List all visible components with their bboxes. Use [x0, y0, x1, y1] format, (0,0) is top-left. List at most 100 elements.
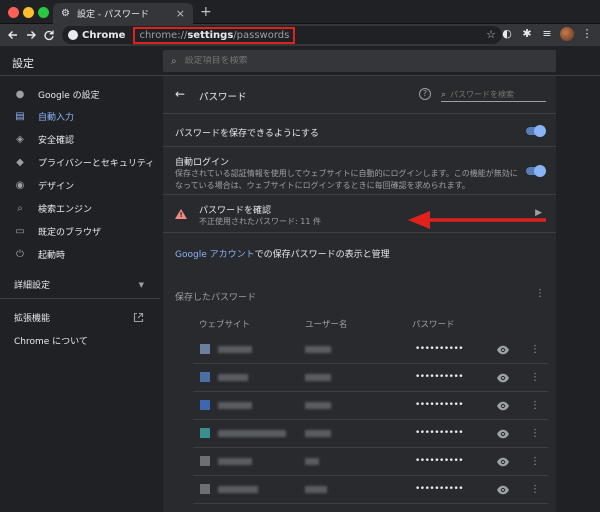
- table-row: •••••••••• ⋮: [193, 336, 548, 364]
- power-icon: ⏻: [16, 248, 24, 260]
- browser-icon: ▭: [15, 225, 25, 237]
- sidebar-item-search-engine[interactable]: ⌕ 検索エンジン: [0, 198, 160, 218]
- website-blurred[interactable]: [218, 374, 248, 381]
- row-menu-icon[interactable]: ⋮: [530, 400, 540, 411]
- search-icon: ⌕: [441, 89, 447, 100]
- help-icon[interactable]: ?: [419, 88, 431, 100]
- sidebar-item-safety-check[interactable]: ◈ 安全確認: [0, 129, 160, 149]
- address-bar[interactable]: Chrome chrome://settings/passwords ☆: [62, 26, 502, 44]
- sidebar-item-autofill[interactable]: ▤ 自動入力: [0, 106, 160, 126]
- eye-icon[interactable]: [496, 455, 510, 469]
- google-account-rest: での保存パスワードの表示と管理: [254, 250, 390, 260]
- window-minimize-button[interactable]: [23, 7, 34, 18]
- row-menu-icon[interactable]: ⋮: [530, 344, 540, 355]
- auto-signin-row: 自動ログイン 保存されている認証情報を使用してウェブサイトに自動的にログインしま…: [163, 147, 556, 195]
- website-blurred[interactable]: [218, 486, 258, 493]
- sidebar-item-label: デザイン: [38, 181, 75, 192]
- offer-save-toggle[interactable]: [526, 125, 546, 137]
- forward-button[interactable]: [22, 26, 40, 44]
- row-menu-icon[interactable]: ⋮: [530, 372, 540, 383]
- eye-icon[interactable]: [496, 399, 510, 413]
- username-blurred: [305, 346, 331, 353]
- arrow-right-icon: [27, 31, 36, 39]
- menu-kebab-icon[interactable]: ⋮: [580, 27, 594, 41]
- puzzle-icon[interactable]: ✱: [520, 27, 534, 41]
- window-close-button[interactable]: [8, 7, 19, 18]
- search-icon: ⌕: [17, 202, 23, 214]
- eye-icon[interactable]: [496, 343, 510, 357]
- sidebar-item-label: 既定のブラウザ: [38, 227, 102, 238]
- saved-passwords-menu-icon[interactable]: ⋮: [535, 289, 545, 299]
- auto-signin-label: 自動ログイン: [175, 158, 230, 168]
- new-tab-button[interactable]: +: [200, 4, 212, 20]
- offer-save-row: パスワードを保存できるようにする: [163, 114, 556, 147]
- sidebar-advanced[interactable]: 詳細設定 ▼: [14, 278, 144, 292]
- sidebar-item-google[interactable]: ● Google の設定: [0, 84, 160, 104]
- google-account-row: Google アカウントでの保存パスワードの表示と管理: [163, 233, 556, 269]
- password-mask: ••••••••••: [415, 372, 464, 382]
- password-mask: ••••••••••: [415, 428, 464, 438]
- sidebar-item-default-browser[interactable]: ▭ 既定のブラウザ: [0, 221, 160, 241]
- toolbar-actions: ◐ ✱ ≡ ⋮: [500, 27, 594, 41]
- sidebar-extensions-label: 拡張機能: [14, 314, 51, 324]
- tab-settings[interactable]: ⚙ 設定 - パスワード ×: [53, 3, 193, 24]
- password-search[interactable]: ⌕: [441, 88, 546, 102]
- window-zoom-button[interactable]: [38, 7, 49, 18]
- settings-search-input[interactable]: [184, 56, 485, 66]
- sidebar-item-privacy[interactable]: ◆ プライバシーとセキュリティ: [0, 152, 160, 172]
- google-account-link[interactable]: Google アカウント: [175, 250, 255, 260]
- sidebar-item-label: プライバシーとセキュリティ: [38, 158, 155, 169]
- back-button[interactable]: [4, 26, 22, 44]
- url-text[interactable]: chrome://settings/passwords: [133, 26, 296, 44]
- site-favicon: [200, 484, 210, 494]
- tab-bar: ⚙ 設定 - パスワード × +: [0, 0, 600, 24]
- reading-list-icon[interactable]: ≡: [540, 27, 554, 41]
- bookmark-star-icon[interactable]: ☆: [486, 28, 496, 41]
- tab-close-icon[interactable]: ×: [176, 7, 185, 20]
- sidebar-item-appearance[interactable]: ◉ デザイン: [0, 175, 160, 195]
- warning-mark: !: [179, 211, 183, 219]
- sidebar-about[interactable]: Chrome について: [14, 334, 144, 347]
- sidebar-item-label: 安全確認: [38, 135, 75, 146]
- website-blurred[interactable]: [218, 458, 252, 465]
- sidebar-item-on-startup[interactable]: ⏻ 起動時: [0, 244, 160, 264]
- table-row: •••••••••• ⋮: [193, 364, 548, 392]
- column-password: パスワード: [412, 320, 455, 330]
- eye-icon[interactable]: [496, 427, 510, 441]
- table-row: •••••••••• ⋮: [193, 420, 548, 448]
- eye-icon[interactable]: [496, 483, 510, 497]
- sidebar-divider: [0, 298, 160, 299]
- url-path: /passwords: [233, 29, 290, 41]
- auto-signin-toggle[interactable]: [526, 165, 546, 177]
- password-mask: ••••••••••: [415, 484, 464, 494]
- table-row: •••••••••• ⋮: [193, 476, 548, 504]
- back-arrow-icon[interactable]: ←: [175, 87, 185, 101]
- browser-toolbar: Chrome chrome://settings/passwords ☆ ◐ ✱…: [0, 24, 600, 46]
- row-menu-icon[interactable]: ⋮: [530, 484, 540, 495]
- password-search-input[interactable]: [450, 90, 541, 99]
- url-host: settings: [187, 29, 234, 41]
- external-link-icon: [133, 312, 144, 323]
- sidebar-extensions[interactable]: 拡張機能: [14, 311, 144, 324]
- auto-signin-description: 保存されている認証情報を使用してウェブサイトに自動的にログインします。この機能が…: [175, 169, 518, 190]
- column-username: ユーザー名: [305, 320, 348, 330]
- extension-icon[interactable]: ◐: [500, 27, 514, 41]
- row-menu-icon[interactable]: ⋮: [530, 456, 540, 467]
- website-blurred[interactable]: [218, 430, 286, 437]
- row-menu-icon[interactable]: ⋮: [530, 428, 540, 439]
- eye-icon[interactable]: [496, 371, 510, 385]
- reload-button[interactable]: [40, 26, 58, 44]
- username-blurred: [305, 402, 331, 409]
- passwords-card: ← パスワード ? ⌕ パスワードを保存できるようにする 自動ログイン 保存され…: [163, 76, 556, 512]
- avatar[interactable]: [560, 27, 574, 41]
- column-website: ウェブサイト: [199, 320, 251, 330]
- website-blurred[interactable]: [218, 402, 252, 409]
- username-blurred: [305, 374, 331, 381]
- username-blurred: [305, 430, 331, 437]
- offer-save-label: パスワードを保存できるようにする: [175, 129, 319, 139]
- website-blurred[interactable]: [218, 346, 252, 353]
- saved-passwords-heading: 保存したパスワード: [175, 293, 257, 303]
- settings-search[interactable]: ⌕: [163, 50, 556, 72]
- site-favicon: [200, 344, 210, 354]
- sidebar-item-label: 検索エンジン: [38, 204, 93, 215]
